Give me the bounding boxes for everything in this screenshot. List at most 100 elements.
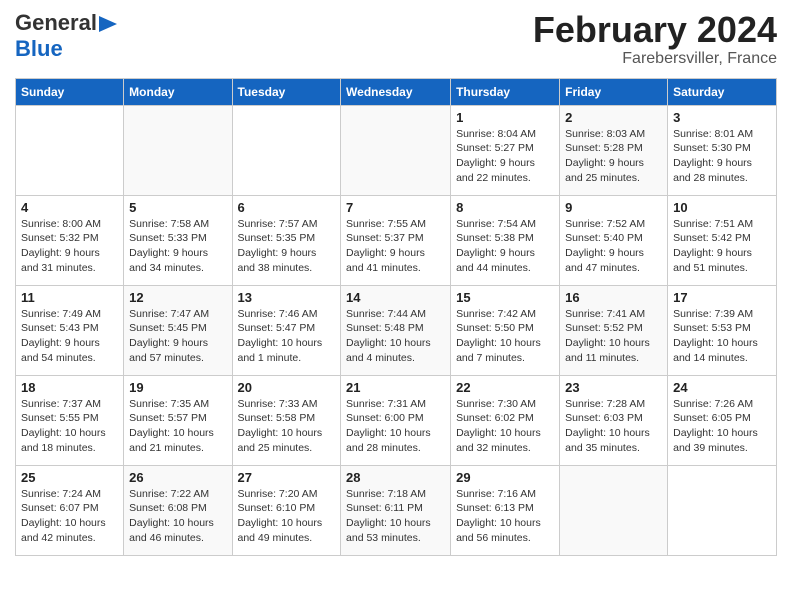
calendar-title-block: February 2024 Farebersviller, France [533, 10, 777, 68]
day-number: 7 [346, 200, 445, 215]
calendar-cell: 28 Sunrise: 7:18 AM Sunset: 6:11 PM Dayli… [341, 465, 451, 555]
day-info: Sunrise: 7:46 AM Sunset: 5:47 PM Dayligh… [238, 307, 336, 366]
day-number: 6 [238, 200, 336, 215]
day-info: Sunrise: 7:30 AM Sunset: 6:02 PM Dayligh… [456, 397, 554, 456]
day-header-tuesday: Tuesday [232, 78, 341, 105]
logo-blue-text: Blue [15, 36, 63, 61]
calendar-week-2: 4 Sunrise: 8:00 AM Sunset: 5:32 PM Daylig… [16, 195, 777, 285]
day-header-saturday: Saturday [668, 78, 777, 105]
day-number: 21 [346, 380, 445, 395]
calendar-week-3: 11Sunrise: 7:49 AM Sunset: 5:43 PM Dayli… [16, 285, 777, 375]
day-info: Sunrise: 7:41 AM Sunset: 5:52 PM Dayligh… [565, 307, 662, 366]
calendar-cell: 4 Sunrise: 8:00 AM Sunset: 5:32 PM Daylig… [16, 195, 124, 285]
day-info: Sunrise: 7:44 AM Sunset: 5:48 PM Dayligh… [346, 307, 445, 366]
day-header-friday: Friday [560, 78, 668, 105]
calendar-cell: 15Sunrise: 7:42 AM Sunset: 5:50 PM Dayli… [451, 285, 560, 375]
calendar-cell: 3Sunrise: 8:01 AM Sunset: 5:30 PM Daylig… [668, 105, 777, 195]
day-info: Sunrise: 7:57 AM Sunset: 5:35 PM Dayligh… [238, 217, 336, 276]
calendar-cell [560, 465, 668, 555]
calendar-cell: 18 Sunrise: 7:37 AM Sunset: 5:55 PM Dayli… [16, 375, 124, 465]
calendar-cell: 26 Sunrise: 7:22 AM Sunset: 6:08 PM Dayli… [124, 465, 232, 555]
day-number: 20 [238, 380, 336, 395]
day-info: Sunrise: 7:22 AM Sunset: 6:08 PM Dayligh… [129, 487, 226, 546]
day-number: 16 [565, 290, 662, 305]
calendar-cell: 10Sunrise: 7:51 AM Sunset: 5:42 PM Dayli… [668, 195, 777, 285]
day-info: Sunrise: 7:47 AM Sunset: 5:45 PM Dayligh… [129, 307, 226, 366]
day-number: 13 [238, 290, 336, 305]
calendar-title: February 2024 [533, 10, 777, 50]
logo-general-text: General [15, 10, 97, 36]
day-info: Sunrise: 8:01 AM Sunset: 5:30 PM Dayligh… [673, 127, 771, 186]
day-info: Sunrise: 7:26 AM Sunset: 6:05 PM Dayligh… [673, 397, 771, 456]
calendar-cell: 27 Sunrise: 7:20 AM Sunset: 6:10 PM Dayli… [232, 465, 341, 555]
day-number: 24 [673, 380, 771, 395]
day-number: 5 [129, 200, 226, 215]
day-info: Sunrise: 7:28 AM Sunset: 6:03 PM Dayligh… [565, 397, 662, 456]
day-info: Sunrise: 7:35 AM Sunset: 5:57 PM Dayligh… [129, 397, 226, 456]
day-number: 1 [456, 110, 554, 125]
calendar-cell [668, 465, 777, 555]
calendar-cell: 17 Sunrise: 7:39 AM Sunset: 5:53 PM Dayli… [668, 285, 777, 375]
day-number: 19 [129, 380, 226, 395]
calendar-cell: 21 Sunrise: 7:31 AM Sunset: 6:00 PM Dayli… [341, 375, 451, 465]
calendar-cell: 2 Sunrise: 8:03 AM Sunset: 5:28 PM Daylig… [560, 105, 668, 195]
calendar-cell: 7 Sunrise: 7:55 AM Sunset: 5:37 PM Daylig… [341, 195, 451, 285]
logo-arrow-icon [99, 16, 117, 32]
day-number: 15 [456, 290, 554, 305]
calendar-cell: 25Sunrise: 7:24 AM Sunset: 6:07 PM Dayli… [16, 465, 124, 555]
day-header-monday: Monday [124, 78, 232, 105]
calendar-cell: 20 Sunrise: 7:33 AM Sunset: 5:58 PM Dayli… [232, 375, 341, 465]
calendar-cell: 22Sunrise: 7:30 AM Sunset: 6:02 PM Dayli… [451, 375, 560, 465]
day-number: 10 [673, 200, 771, 215]
calendar-week-1: 1 Sunrise: 8:04 AM Sunset: 5:27 PM Daylig… [16, 105, 777, 195]
day-info: Sunrise: 8:03 AM Sunset: 5:28 PM Dayligh… [565, 127, 662, 186]
day-info: Sunrise: 7:33 AM Sunset: 5:58 PM Dayligh… [238, 397, 336, 456]
calendar-cell [232, 105, 341, 195]
day-number: 29 [456, 470, 554, 485]
day-info: Sunrise: 7:24 AM Sunset: 6:07 PM Dayligh… [21, 487, 118, 546]
day-info: Sunrise: 7:37 AM Sunset: 5:55 PM Dayligh… [21, 397, 118, 456]
day-number: 26 [129, 470, 226, 485]
day-info: Sunrise: 7:31 AM Sunset: 6:00 PM Dayligh… [346, 397, 445, 456]
day-number: 18 [21, 380, 118, 395]
day-info: Sunrise: 7:20 AM Sunset: 6:10 PM Dayligh… [238, 487, 336, 546]
day-number: 27 [238, 470, 336, 485]
day-number: 8 [456, 200, 554, 215]
day-info: Sunrise: 8:04 AM Sunset: 5:27 PM Dayligh… [456, 127, 554, 186]
calendar-cell: 24 Sunrise: 7:26 AM Sunset: 6:05 PM Dayli… [668, 375, 777, 465]
day-header-thursday: Thursday [451, 78, 560, 105]
calendar-cell: 14 Sunrise: 7:44 AM Sunset: 5:48 PM Dayli… [341, 285, 451, 375]
calendar-subtitle: Farebersviller, France [533, 50, 777, 68]
calendar-cell: 5 Sunrise: 7:58 AM Sunset: 5:33 PM Daylig… [124, 195, 232, 285]
page-header: General Blue February 2024 Farebersville… [15, 10, 777, 68]
day-info: Sunrise: 7:18 AM Sunset: 6:11 PM Dayligh… [346, 487, 445, 546]
day-info: Sunrise: 7:54 AM Sunset: 5:38 PM Dayligh… [456, 217, 554, 276]
calendar-table: SundayMondayTuesdayWednesdayThursdayFrid… [15, 78, 777, 556]
day-number: 2 [565, 110, 662, 125]
day-info: Sunrise: 7:55 AM Sunset: 5:37 PM Dayligh… [346, 217, 445, 276]
day-info: Sunrise: 7:58 AM Sunset: 5:33 PM Dayligh… [129, 217, 226, 276]
calendar-header-row: SundayMondayTuesdayWednesdayThursdayFrid… [16, 78, 777, 105]
calendar-cell: 9Sunrise: 7:52 AM Sunset: 5:40 PM Daylig… [560, 195, 668, 285]
day-info: Sunrise: 7:39 AM Sunset: 5:53 PM Dayligh… [673, 307, 771, 366]
day-info: Sunrise: 7:49 AM Sunset: 5:43 PM Dayligh… [21, 307, 118, 366]
day-number: 14 [346, 290, 445, 305]
calendar-cell: 19 Sunrise: 7:35 AM Sunset: 5:57 PM Dayli… [124, 375, 232, 465]
day-info: Sunrise: 8:00 AM Sunset: 5:32 PM Dayligh… [21, 217, 118, 276]
calendar-cell: 23 Sunrise: 7:28 AM Sunset: 6:03 PM Dayli… [560, 375, 668, 465]
calendar-cell: 8 Sunrise: 7:54 AM Sunset: 5:38 PM Daylig… [451, 195, 560, 285]
day-number: 28 [346, 470, 445, 485]
calendar-cell [341, 105, 451, 195]
calendar-cell [124, 105, 232, 195]
day-header-wednesday: Wednesday [341, 78, 451, 105]
calendar-cell: 11Sunrise: 7:49 AM Sunset: 5:43 PM Dayli… [16, 285, 124, 375]
day-number: 17 [673, 290, 771, 305]
calendar-cell [16, 105, 124, 195]
calendar-cell: 13 Sunrise: 7:46 AM Sunset: 5:47 PM Dayli… [232, 285, 341, 375]
calendar-cell: 16 Sunrise: 7:41 AM Sunset: 5:52 PM Dayli… [560, 285, 668, 375]
day-number: 23 [565, 380, 662, 395]
day-number: 9 [565, 200, 662, 215]
day-number: 4 [21, 200, 118, 215]
calendar-body: 1 Sunrise: 8:04 AM Sunset: 5:27 PM Daylig… [16, 105, 777, 555]
calendar-week-4: 18 Sunrise: 7:37 AM Sunset: 5:55 PM Dayli… [16, 375, 777, 465]
